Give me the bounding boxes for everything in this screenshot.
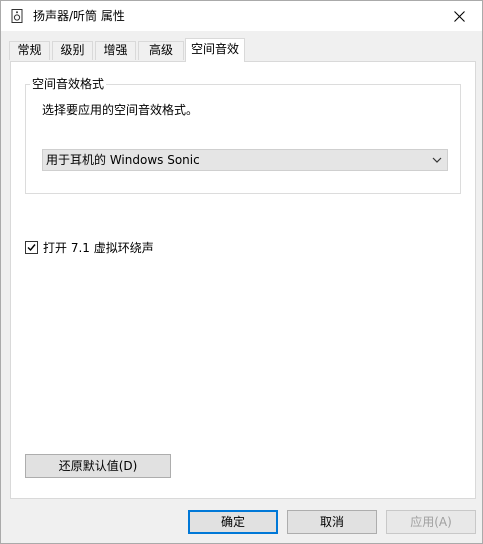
spatial-format-group: 空间音效格式 选择要应用的空间音效格式。 用于耳机的 Windows Sonic [25,76,461,194]
group-title: 空间音效格式 [30,76,107,92]
cancel-button[interactable]: 取消 [287,510,377,534]
ok-button[interactable]: 确定 [188,510,278,534]
checkmark-icon [27,244,36,252]
apply-button[interactable]: 应用(A) [386,510,476,534]
spatial-format-dropdown[interactable]: 用于耳机的 Windows Sonic [42,149,448,171]
group-description: 选择要应用的空间音效格式。 [42,103,199,117]
tab-advanced[interactable]: 高级 [138,41,184,60]
tab-levels[interactable]: 级别 [52,41,93,60]
title-bar[interactable]: 扬声器/听筒 属性 [1,1,482,31]
close-icon [453,10,465,22]
speaker-icon [11,9,23,23]
window-title: 扬声器/听筒 属性 [33,9,125,23]
close-button[interactable] [436,1,482,31]
spatial-format-value: 用于耳机的 Windows Sonic [46,153,200,167]
tab-general[interactable]: 常规 [9,41,50,60]
restore-defaults-button[interactable]: 还原默认值(D) [25,454,171,478]
virtual-surround-label: 打开 7.1 虚拟环绕声 [43,241,154,255]
tab-panel-spatial-sound: 空间音效格式 选择要应用的空间音效格式。 用于耳机的 Windows Sonic… [10,61,476,499]
chevron-down-icon [432,157,442,163]
tab-enhancements[interactable]: 增强 [95,41,136,60]
properties-dialog: 扬声器/听筒 属性 常规 级别 增强 高级 空间音效 空间音效格式 选择要应用的… [0,0,483,544]
virtual-surround-checkbox[interactable] [25,241,38,254]
tab-spatial-sound[interactable]: 空间音效 [185,38,245,62]
